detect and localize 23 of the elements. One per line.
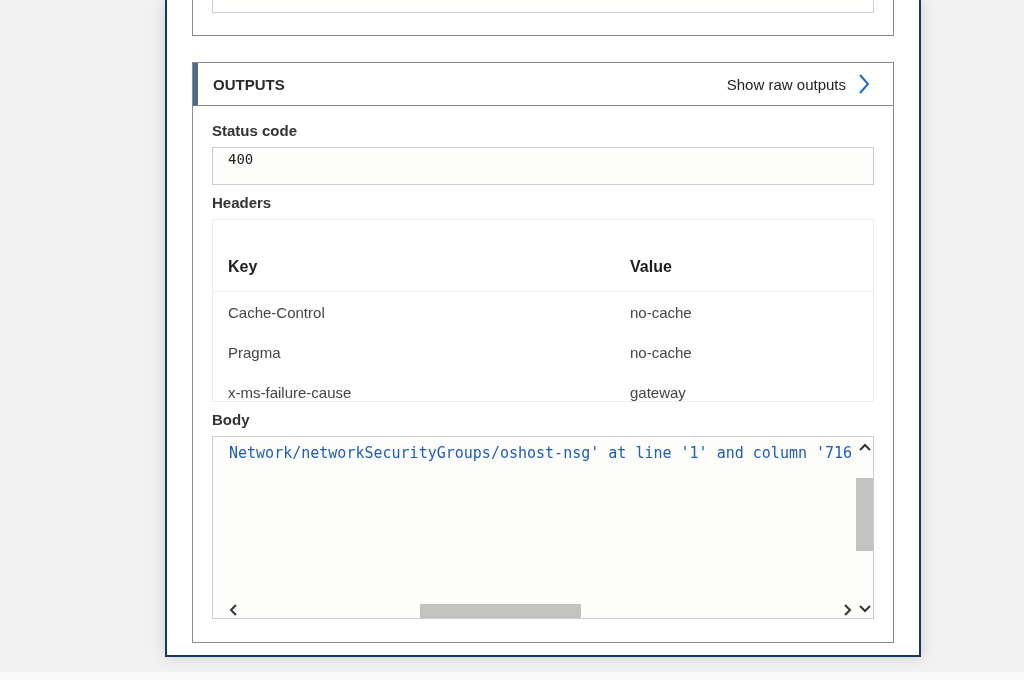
table-cell-text: Pragma — [228, 343, 282, 361]
input-field[interactable] — [212, 0, 874, 13]
show-raw-outputs-link[interactable]: Show raw outputs — [726, 74, 870, 94]
table-cell-text: no-cache — [630, 303, 693, 321]
section-title: OUTPUTS — [213, 75, 285, 93]
code-text: Network/networkSecurityGroups/oshost-nsg' at line '1' and column '716 — [229, 444, 853, 462]
table-cell-text: Cache-Control — [228, 303, 326, 321]
column-header: Key — [228, 257, 259, 277]
scrollbar-thumb[interactable] — [420, 604, 581, 618]
caret-up-icon[interactable] — [858, 443, 871, 451]
caret-down-icon[interactable] — [858, 605, 871, 613]
field-label: Status code — [212, 121, 299, 141]
caret-left-icon[interactable] — [229, 603, 237, 616]
output-field: 400 — [212, 147, 874, 185]
field-label: Body — [212, 410, 251, 430]
table-cell-text: no-cache — [630, 343, 693, 361]
table-cell-text: x-ms-failure-cause — [228, 383, 353, 401]
table-cell-text: gateway — [630, 383, 687, 401]
field-label: Headers — [212, 193, 273, 213]
chevron-right-icon[interactable] — [858, 74, 870, 94]
scrollbar-thumb[interactable] — [856, 478, 873, 551]
column-header: Value — [630, 257, 673, 277]
caret-right-icon[interactable] — [844, 603, 852, 616]
